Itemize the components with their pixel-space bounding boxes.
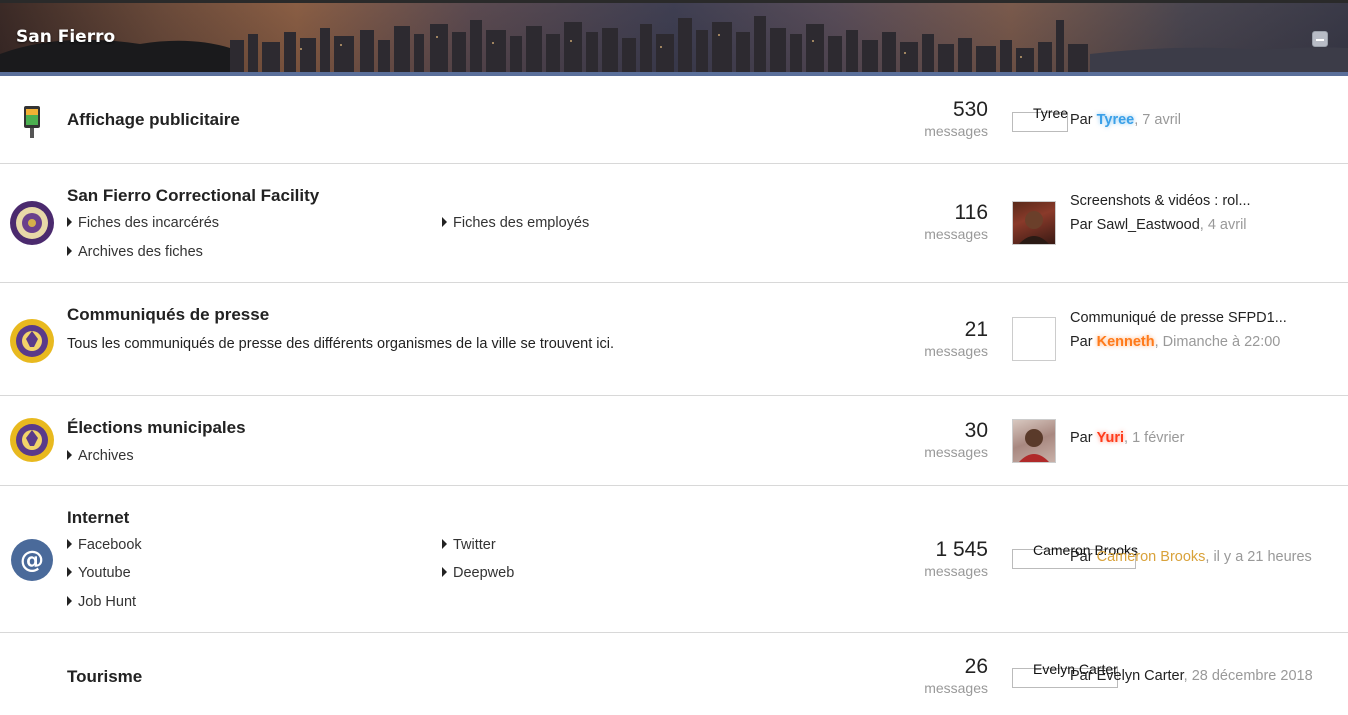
count-value: 1 545 [935, 538, 988, 561]
count-value: 30 [964, 419, 988, 442]
author-link[interactable]: Yuri [1097, 430, 1124, 446]
forum-description: Tous les communiqués de presse des diffé… [67, 336, 614, 352]
message-count: 30 messages [880, 419, 988, 461]
last-post-byline: Par Sawl_Eastwood, 4 avril [1070, 217, 1247, 233]
count-value: 21 [964, 318, 988, 341]
message-count: 116 messages [880, 201, 988, 243]
count-label: messages [924, 444, 988, 460]
billboard-icon [8, 96, 56, 144]
count-label: messages [924, 123, 988, 139]
subforum-link[interactable]: Archives des fiches [67, 244, 203, 260]
forum-row: Tourisme 26 messages Evelyn Carter Par E… [0, 633, 1348, 715]
last-post: Tyree Par Tyree, 7 avril [1012, 98, 1342, 142]
subforum-link[interactable]: Deepweb [442, 565, 514, 581]
post-date[interactable]: , 1 février [1124, 430, 1184, 446]
forum-row: Affichage publicitaire 530 messages Tyre… [0, 76, 1348, 164]
count-value: 530 [952, 98, 988, 121]
count-label: messages [924, 226, 988, 242]
last-post: Communiqué de presse SFPD1... Par Kennet… [1012, 310, 1342, 361]
last-post: Par Yuri, 1 février [1012, 419, 1342, 463]
avatar[interactable] [1012, 201, 1056, 245]
forum-row: Élections municipales Archives 30 messag… [0, 396, 1348, 486]
by-prefix: Par [1070, 112, 1093, 128]
author-link[interactable]: Sawl_Eastwood [1097, 217, 1200, 233]
message-count: 1 545 messages [880, 538, 988, 580]
count-value: 116 [954, 201, 988, 224]
last-post-byline: Par Cameron Brooks, il y a 21 heures [1070, 549, 1312, 565]
message-count: 530 messages [880, 98, 988, 140]
forum-row: Communiqués de presse Tous les communiqu… [0, 283, 1348, 396]
post-date[interactable]: , 7 avril [1134, 112, 1181, 128]
subforum-link[interactable]: Job Hunt [67, 594, 136, 610]
subforum-link[interactable]: Twitter [442, 537, 496, 553]
last-post: Cameron Brooks Par Cameron Brooks, il y … [1012, 538, 1342, 582]
post-date[interactable]: , il y a 21 heures [1205, 549, 1311, 565]
avatar-alt-text: Tyree [1033, 105, 1069, 121]
count-value: 26 [964, 655, 988, 678]
count-label: messages [924, 680, 988, 696]
last-post-byline: Par Kenneth, Dimanche à 22:00 [1070, 334, 1280, 350]
last-post-byline: Par Evelyn Carter, 28 décembre 2018 [1070, 668, 1313, 684]
forum-title[interactable]: Élections municipales [67, 418, 246, 438]
city-skyline-image [0, 16, 1348, 72]
count-label: messages [924, 563, 988, 579]
forum-row: San Fierro Correctional Facility Fiches … [0, 164, 1348, 283]
message-count: 21 messages [880, 318, 988, 360]
by-prefix: Par [1070, 668, 1093, 684]
forum-title[interactable]: Internet [67, 508, 129, 528]
author-link[interactable]: Kenneth [1097, 334, 1155, 350]
last-post: Screenshots & vidéos : rol... Par Sawl_E… [1012, 193, 1342, 245]
subforum-link[interactable]: Fiches des employés [442, 215, 589, 231]
forum-title[interactable]: San Fierro Correctional Facility [67, 186, 319, 206]
by-prefix: Par [1070, 430, 1093, 446]
at-sign-icon: @ [8, 536, 56, 584]
post-date[interactable]: , 28 décembre 2018 [1184, 668, 1313, 684]
subforum-link[interactable]: Youtube [67, 565, 131, 581]
forum-title[interactable]: Affichage publicitaire [67, 110, 240, 130]
avatar[interactable]: Tyree [1012, 105, 1068, 132]
last-post: Evelyn Carter Par Evelyn Carter, 28 déce… [1012, 655, 1342, 699]
forum-row: @ Internet Facebook Twitter Youtube Deep… [0, 486, 1348, 633]
last-post-topic[interactable]: Communiqué de presse SFPD1... [1070, 310, 1287, 326]
last-post-byline: Par Tyree, 7 avril [1070, 112, 1181, 128]
svg-text:@: @ [20, 546, 44, 574]
post-date[interactable]: , Dimanche à 22:00 [1155, 334, 1281, 350]
by-prefix: Par [1070, 549, 1093, 565]
count-label: messages [924, 343, 988, 359]
author-link[interactable]: Evelyn Carter [1097, 668, 1184, 684]
author-link[interactable]: Tyree [1097, 112, 1135, 128]
avatar[interactable] [1012, 419, 1056, 463]
subforum-link[interactable]: Facebook [67, 537, 142, 553]
avatar[interactable] [1012, 317, 1056, 361]
category-title[interactable]: San Fierro [16, 27, 115, 47]
city-seal-icon [8, 317, 56, 365]
category-header: San Fierro [0, 0, 1348, 76]
forum-list: Affichage publicitaire 530 messages Tyre… [0, 76, 1348, 715]
author-link[interactable]: Cameron Brooks [1097, 549, 1206, 565]
by-prefix: Par [1070, 217, 1093, 233]
subforum-link[interactable]: Archives [67, 448, 134, 464]
forum-title[interactable]: Tourisme [67, 667, 142, 687]
subforum-link[interactable]: Fiches des incarcérés [67, 215, 219, 231]
post-date[interactable]: , 4 avril [1200, 217, 1247, 233]
last-post-topic[interactable]: Screenshots & vidéos : rol... [1070, 193, 1251, 209]
correctional-seal-icon [8, 199, 56, 247]
city-seal-icon [8, 416, 56, 464]
by-prefix: Par [1070, 334, 1093, 350]
message-count: 26 messages [880, 655, 988, 697]
collapse-icon[interactable] [1312, 31, 1328, 47]
last-post-byline: Par Yuri, 1 février [1070, 430, 1184, 446]
forum-title[interactable]: Communiqués de presse [67, 305, 269, 325]
